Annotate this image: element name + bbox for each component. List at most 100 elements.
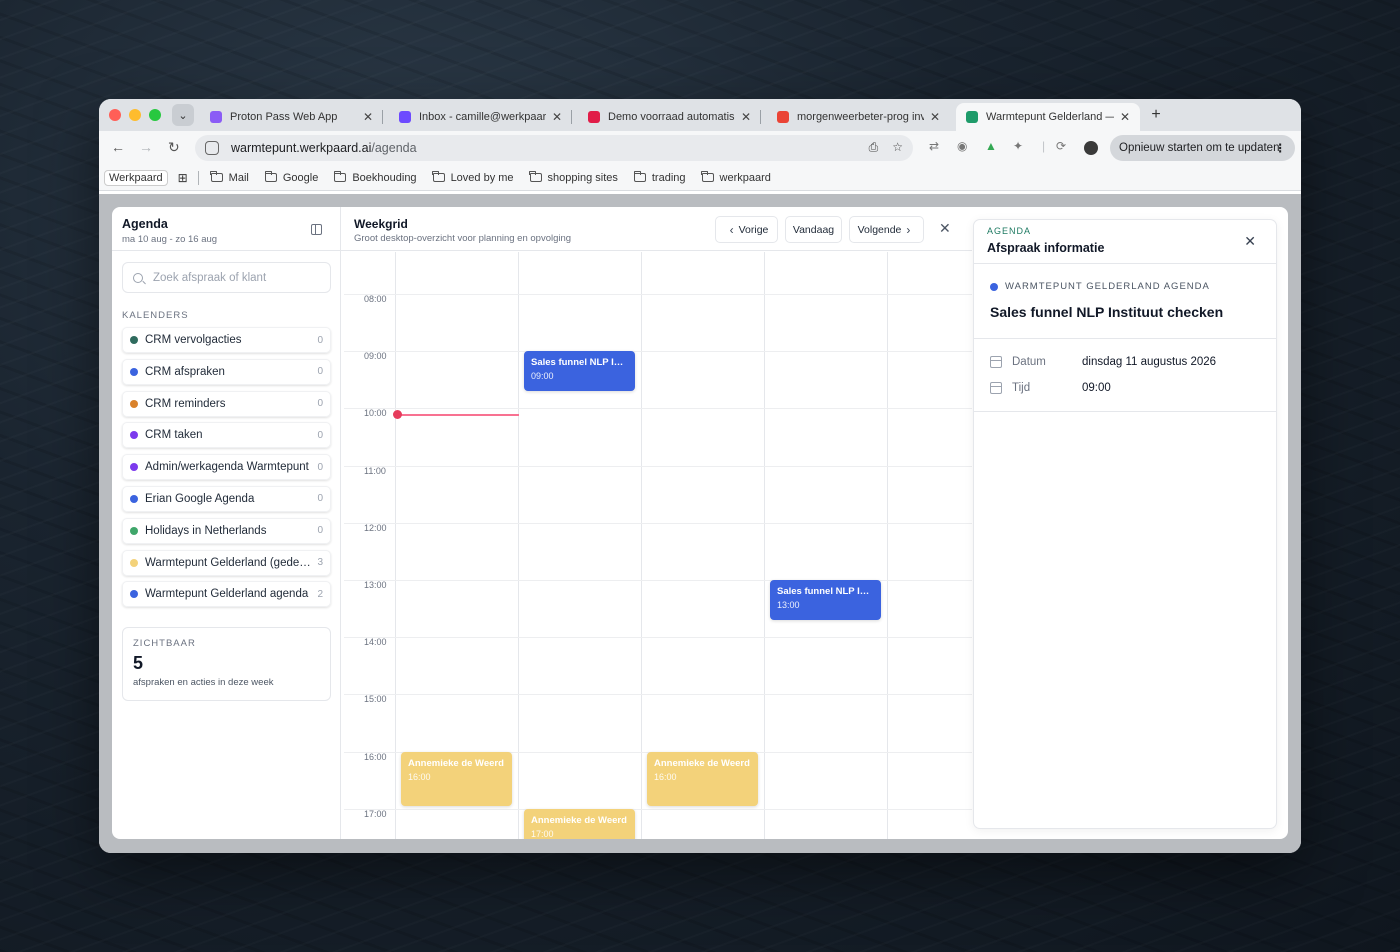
address-bar-actions: ⎙ ☆	[869, 140, 903, 155]
calendar-item[interactable]: Holidays in Netherlands 0	[122, 517, 331, 544]
calendar-event[interactable]: Sales funnel NLP Instituut checken 13:00	[770, 580, 881, 621]
next-week-button[interactable]: Volgende ›	[849, 216, 924, 243]
hour-gridline	[344, 694, 972, 696]
back-arrow-icon[interactable]: ←	[111, 139, 125, 155]
hour-label: 09:00	[364, 351, 387, 362]
update-button-label: Opnieuw starten om te updaten	[1119, 142, 1280, 154]
calendar-color-dot	[130, 558, 138, 567]
today-label: Vandaag	[792, 223, 835, 236]
bookmark-folder[interactable]: shopping sites	[529, 170, 618, 184]
event-time: 13:00	[777, 600, 800, 610]
calendar-event[interactable]: Sales funnel NLP Instituut checken 09:00	[524, 351, 635, 392]
bookmark-folder-label: Boekhouding	[352, 171, 417, 184]
calendar-name: CRM vervolgacties	[145, 334, 242, 346]
update-browser-button[interactable]: Opnieuw starten om te updaten ⋮	[1110, 135, 1295, 161]
maximize-window-button[interactable]	[149, 109, 161, 121]
calendar-item[interactable]: Erian Google Agenda 0	[122, 485, 331, 512]
bookmarks-bar: Werkpaard ⊞ Mail Google Boekhouding Loved b…	[99, 165, 1301, 191]
profile-avatar[interactable]	[1084, 141, 1098, 155]
detail-time-row: Tijd 09:00	[990, 382, 1111, 394]
calendar-name: CRM afspraken	[145, 365, 225, 378]
page-viewport: Agenda ma 10 aug - zo 16 aug KALENDERS C…	[99, 194, 1301, 853]
time-value: 09:00	[1082, 382, 1111, 394]
calendar-item[interactable]: Warmtepunt Gelderland agenda 2	[122, 581, 331, 608]
extension-camera-icon[interactable]: ◉	[957, 139, 967, 153]
close-tab-icon[interactable]: ✕	[1120, 110, 1130, 124]
browser-tab[interactable]: Demo voorraad automatisering ✕	[578, 103, 761, 131]
sync-icon[interactable]: ⟳	[1056, 139, 1066, 153]
current-time-line	[399, 414, 519, 416]
browser-tab[interactable]: Inbox - camille@werkpaard.ai ✕	[389, 103, 572, 131]
site-settings-icon[interactable]	[205, 141, 219, 155]
forward-arrow-icon[interactable]: →	[139, 139, 153, 155]
folder-icon	[529, 170, 542, 182]
detail-event-title: Sales funnel NLP Instituut checken	[990, 304, 1224, 320]
calendar-color-dot	[130, 590, 138, 599]
minimize-window-button[interactable]	[129, 109, 141, 121]
calendar-item[interactable]: Warmtepunt Gelderland (gedeeld) 3	[122, 549, 331, 576]
address-bar[interactable]: warmtepunt.werkpaard.ai/agenda ⎙ ☆	[195, 135, 913, 161]
date-label: Datum	[1012, 356, 1046, 368]
week-grid[interactable]: 08:00 09:00 10:00 11:00 12:00 13:00 14:00 15:00…	[344, 252, 972, 839]
extension-translate-icon[interactable]: ⇄	[929, 139, 939, 153]
bookmark-star-icon[interactable]: ☆	[892, 140, 903, 155]
bookmark-werkpaard[interactable]: Werkpaard	[104, 169, 168, 186]
hour-gridline	[344, 637, 972, 639]
bookmark-folder[interactable]: Mail	[210, 170, 249, 184]
search-box[interactable]	[122, 262, 331, 293]
browser-tab[interactable]: Warmtepunt Gelderland — CRM ✕	[956, 103, 1140, 131]
week-grid-header: Weekgrid Groot desktop-overzicht voor pl…	[341, 207, 972, 251]
calendar-color-dot	[130, 431, 138, 440]
close-grid-icon[interactable]: ✕	[939, 220, 951, 237]
calendar-item[interactable]: CRM vervolgacties 0	[122, 327, 331, 353]
browser-tab[interactable]: Proton Pass Web App ✕	[200, 103, 383, 131]
apps-grid-icon[interactable]: ⊞	[178, 171, 188, 185]
event-title: Sales funnel NLP Instituut checken	[777, 586, 874, 597]
bookmark-folder[interactable]: werkpaard	[701, 170, 771, 184]
sidebar-title: Agenda	[122, 217, 168, 231]
bookmark-folder[interactable]: trading	[633, 170, 686, 184]
folder-icon	[264, 170, 277, 182]
previous-week-button[interactable]: ‹ Vorige	[715, 216, 778, 243]
today-button[interactable]: Vandaag	[785, 216, 842, 243]
event-title: Annemieke de Weerd	[531, 814, 627, 826]
menu-kebab-icon[interactable]: ⋮	[1275, 141, 1287, 155]
close-tab-icon[interactable]: ✕	[363, 110, 373, 124]
calendar-name: CRM taken	[145, 429, 203, 442]
new-tab-plus-icon[interactable]: +	[1146, 105, 1166, 125]
calendar-item[interactable]: CRM taken 0	[122, 422, 331, 449]
close-detail-icon[interactable]: ✕	[1244, 233, 1256, 250]
collapse-sidebar-icon[interactable]	[311, 224, 322, 235]
hour-label: 17:00	[364, 808, 387, 819]
hour-label: 15:00	[364, 694, 387, 705]
close-tab-icon[interactable]: ✕	[930, 110, 940, 124]
tab-search-chevron-icon[interactable]: ⌄	[172, 104, 194, 126]
event-time: 17:00	[531, 828, 554, 839]
calendar-event[interactable]: Annemieke de Weerd 16:00	[647, 751, 758, 806]
close-window-button[interactable]	[109, 109, 121, 121]
browser-tab[interactable]: morgenweerbeter-prog invite ✕	[767, 103, 950, 131]
calendar-item[interactable]: Admin/werkagenda Warmtepunt 0	[122, 454, 331, 481]
extension-drive-icon[interactable]: ▲	[985, 139, 997, 153]
close-tab-icon[interactable]: ✕	[741, 110, 751, 124]
folder-icon	[701, 170, 714, 182]
calendar-item[interactable]: CRM reminders 0	[122, 390, 331, 417]
search-icon	[133, 272, 143, 283]
close-tab-icon[interactable]: ✕	[552, 110, 562, 124]
stats-label: ZICHTBAAR	[133, 638, 196, 649]
bookmark-folder[interactable]: Loved by me	[432, 170, 514, 184]
reload-icon[interactable]: ↻	[168, 139, 180, 156]
sidebar-header: Agenda ma 10 aug - zo 16 aug	[112, 207, 340, 251]
bookmark-folder[interactable]: Google	[264, 170, 318, 184]
tab-title: morgenweerbeter-prog invite	[797, 111, 924, 123]
hour-label: 11:00	[364, 465, 386, 476]
calendar-event[interactable]: Annemieke de Weerd 16:00	[401, 751, 512, 806]
browser-window: ⌄ Proton Pass Web App ✕ Inbox - camille@we…	[99, 99, 1301, 853]
install-app-icon[interactable]: ⎙	[869, 140, 879, 155]
calendar-item[interactable]: CRM afspraken 0	[122, 358, 331, 385]
bookmark-folder-label: werkpaard	[719, 171, 771, 184]
calendar-event[interactable]: Annemieke de Weerd 17:00	[524, 808, 635, 839]
bookmark-folder[interactable]: Boekhouding	[334, 170, 417, 184]
search-input[interactable]	[153, 271, 323, 284]
extensions-puzzle-icon[interactable]: ✦	[1013, 139, 1023, 153]
